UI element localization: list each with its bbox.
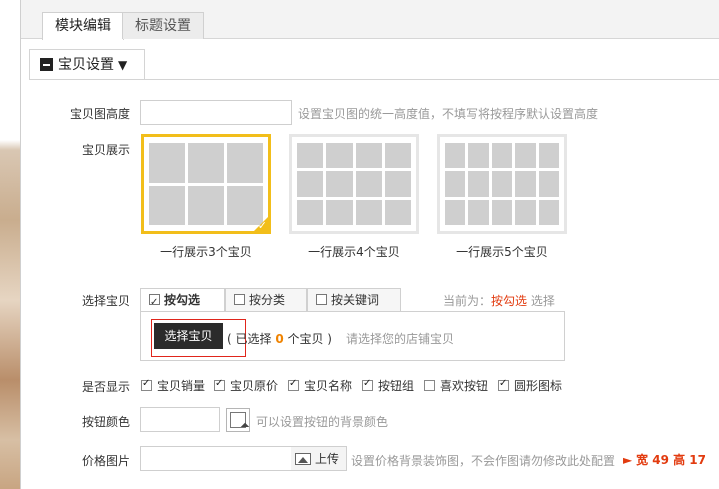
price-image-label: 价格图片 — [81, 454, 130, 468]
layout-caption-5: 一行展示5个宝贝 — [456, 245, 548, 259]
checkbox-icon — [362, 378, 373, 391]
caret-down-icon: ▼ — [118, 58, 128, 72]
dropdown-triangle-icon — [240, 422, 250, 432]
checkbox-icon — [149, 292, 160, 314]
checkbox-icon — [316, 294, 327, 305]
choose-hint: 请选择您的店铺宝贝 — [346, 332, 455, 346]
show-label: 是否显示 — [81, 380, 130, 394]
tab-module-edit[interactable]: 模块编辑 — [42, 12, 124, 40]
checkbox-icon — [498, 378, 509, 391]
checkbox-icon — [234, 294, 245, 305]
option-button-group[interactable]: 按钮组 — [362, 377, 414, 394]
section-divider — [29, 79, 719, 80]
option-sales[interactable]: 宝贝销量 — [141, 377, 205, 394]
tab-title-settings[interactable]: 标题设置 — [122, 12, 204, 39]
height-input[interactable] — [140, 100, 292, 125]
color-picker-button[interactable] — [226, 408, 250, 432]
collapse-icon — [40, 58, 53, 71]
size-info: ► 宽 49 高 17 — [623, 453, 706, 467]
section-title: 宝贝设置 — [58, 57, 114, 73]
layout-option-5[interactable] — [437, 134, 567, 234]
button-color-input[interactable] — [140, 407, 220, 432]
option-round-icon[interactable]: 圆形图标 — [498, 377, 562, 394]
checkbox-icon — [424, 380, 435, 391]
module-editor-panel: 模块编辑 标题设置 宝贝设置 ▼ 宝贝图高度 设置宝贝图的统一高度值，不填写将按程… — [20, 0, 719, 489]
height-label: 宝贝图高度 — [69, 107, 130, 121]
selected-count-text: ( 已选择 0 个宝贝 ) — [227, 332, 332, 346]
height-hint: 设置宝贝图的统一高度值，不填写将按程序默认设置高度 — [298, 107, 599, 121]
button-color-hint: 可以设置按钮的背景颜色 — [256, 415, 389, 429]
price-image-input[interactable] — [140, 446, 292, 471]
layout-caption-4: 一行展示4个宝贝 — [308, 245, 400, 259]
select-products-button[interactable]: 选择宝贝 — [154, 323, 223, 349]
layout-caption-3: 一行展示3个宝贝 — [160, 245, 252, 259]
section-toggle[interactable]: 宝贝设置 ▼ — [29, 49, 145, 80]
option-like-button[interactable]: 喜欢按钮 — [424, 377, 488, 394]
arrow-right-icon: ► — [623, 453, 633, 467]
button-color-label: 按钮颜色 — [81, 415, 130, 429]
top-tab-bar: 模块编辑 标题设置 — [21, 0, 719, 40]
display-label: 宝贝展示 — [81, 143, 130, 157]
tab-by-category[interactable]: 按分类 — [225, 288, 307, 312]
check-icon: ✓ — [257, 219, 267, 232]
option-name[interactable]: 宝贝名称 — [288, 377, 352, 394]
choose-label: 选择宝贝 — [81, 294, 130, 308]
price-image-hint: 设置价格背景装饰图，不会作图请勿修改此处配置 — [351, 454, 616, 468]
image-icon — [295, 453, 311, 465]
current-mode-text: 当前为：按勾选 选择 — [443, 294, 555, 308]
checkbox-icon — [214, 378, 225, 391]
checkbox-icon — [288, 378, 299, 391]
tab-by-check[interactable]: 按勾选 — [140, 288, 225, 314]
upload-button[interactable]: 上传 — [291, 446, 347, 471]
background-photo-strip — [0, 0, 20, 489]
layout-option-4[interactable] — [289, 134, 419, 234]
option-original-price[interactable]: 宝贝原价 — [214, 377, 278, 394]
tab-by-keyword[interactable]: 按关键词 — [307, 288, 401, 312]
checkbox-icon — [141, 378, 152, 391]
layout-option-3[interactable]: ✓ — [141, 134, 271, 234]
